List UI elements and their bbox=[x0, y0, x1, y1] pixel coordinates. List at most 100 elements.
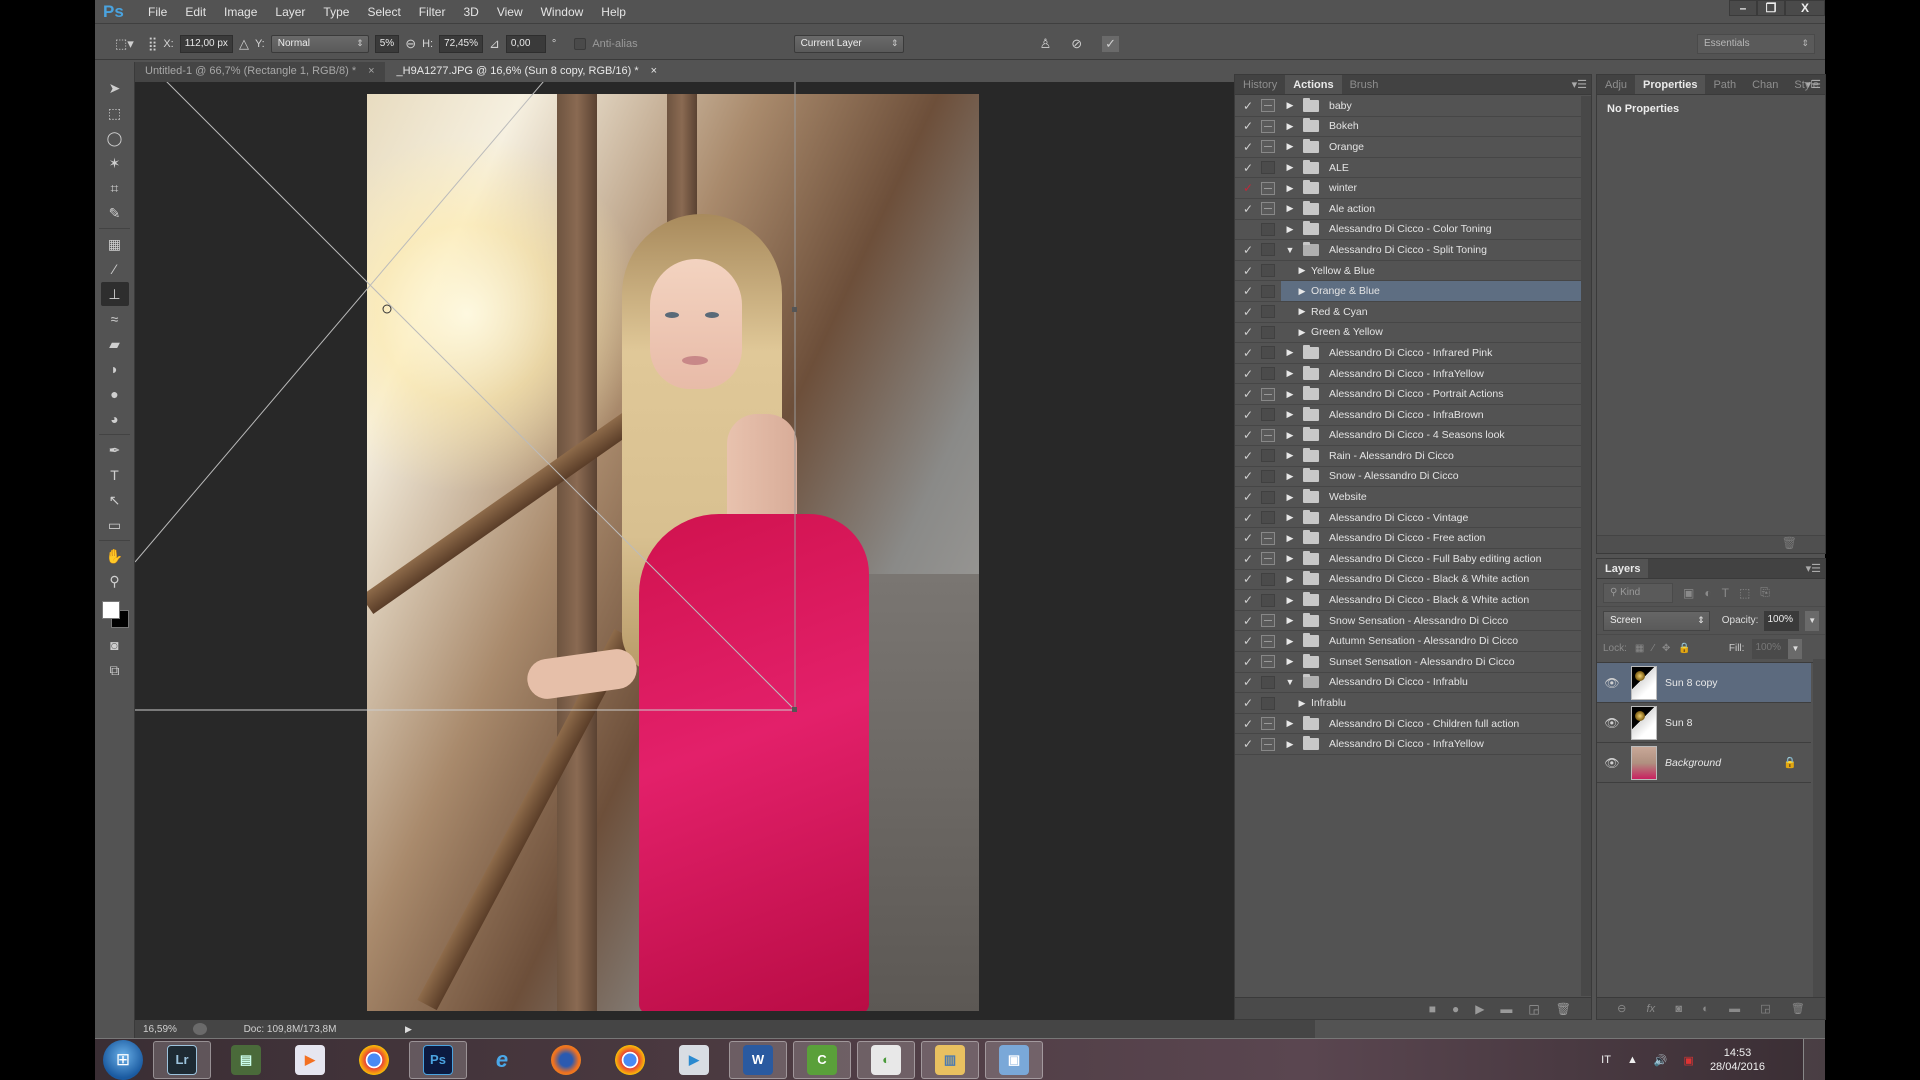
action-label-cell[interactable]: ▶ Alessandro Di Cicco - Full Baby editing… bbox=[1281, 549, 1581, 569]
expand-triangle-icon[interactable]: ▶ bbox=[1293, 286, 1311, 297]
action-label-cell[interactable]: ▶ Alessandro Di Cicco - InfraYellow bbox=[1281, 364, 1581, 384]
action-set-row[interactable]: ✓ ▶ Alessandro Di Cicco - Portrait Actions bbox=[1235, 384, 1581, 405]
taskbar-app-internet-explorer[interactable]: e bbox=[473, 1041, 531, 1079]
toggle-item-checkbox[interactable]: ✓ bbox=[1235, 140, 1261, 154]
foreground-color-swatch[interactable] bbox=[101, 601, 120, 619]
toggle-dialog-icon[interactable] bbox=[1261, 264, 1275, 278]
expand-triangle-icon[interactable]: ▶ bbox=[1281, 203, 1299, 214]
expand-triangle-icon[interactable]: ▶ bbox=[1281, 389, 1299, 400]
action-label-cell[interactable]: ▶ Alessandro Di Cicco - Color Toning bbox=[1281, 220, 1581, 240]
eyedropper-tool-icon[interactable]: ✎ bbox=[101, 201, 129, 225]
toggle-item-checkbox[interactable]: ✓ bbox=[1235, 552, 1261, 566]
lock-all-icon[interactable]: 🔒 bbox=[1678, 643, 1690, 654]
restore-button[interactable]: ❐ bbox=[1757, 0, 1785, 16]
volume-icon[interactable]: 🔊 bbox=[1654, 1054, 1668, 1067]
new-layer-icon[interactable]: ◲ bbox=[1760, 1002, 1770, 1015]
filter-smart-object-icon[interactable]: ⎘ bbox=[1760, 585, 1770, 600]
toggle-item-checkbox[interactable]: ✓ bbox=[1235, 284, 1261, 298]
zoom-tool-icon[interactable]: ⚲ bbox=[101, 569, 129, 593]
toggle-dialog-icon[interactable] bbox=[1261, 469, 1275, 483]
lock-position-icon[interactable]: ✥ bbox=[1662, 643, 1670, 654]
collapse-triangle-icon[interactable]: ▼ bbox=[1281, 677, 1299, 687]
fill-dropdown-icon[interactable]: ▼ bbox=[1788, 638, 1803, 659]
toggle-item-checkbox[interactable]: ✓ bbox=[1235, 202, 1261, 216]
action-set-row[interactable]: ✓ ▶ Rain - Alessandro Di Cicco bbox=[1235, 446, 1581, 467]
toggle-item-checkbox[interactable]: ✓ bbox=[1235, 387, 1261, 401]
visibility-eye-icon[interactable]: 👁 bbox=[1597, 676, 1627, 690]
pen-tool-icon[interactable]: ✒ bbox=[101, 438, 129, 462]
taskbar-app-camtasia-recorder[interactable]: ◐ bbox=[857, 1040, 915, 1079]
toggle-dialog-icon[interactable] bbox=[1261, 284, 1275, 298]
dodge-tool-icon[interactable]: ◕ bbox=[101, 407, 129, 431]
toggle-dialog-icon[interactable] bbox=[1261, 717, 1275, 731]
taskbar-app-screen[interactable]: ▣ bbox=[985, 1040, 1043, 1079]
toggle-dialog-icon[interactable] bbox=[1261, 367, 1275, 381]
healing-tool-icon[interactable]: ▦ bbox=[101, 232, 129, 256]
toggle-item-checkbox[interactable]: ✓ bbox=[1235, 675, 1261, 689]
taskbar-app-video-player[interactable]: ▶ bbox=[665, 1041, 723, 1079]
action-label-cell[interactable]: ▶ Sunset Sensation - Alessandro Di Cicco bbox=[1281, 652, 1581, 672]
action-set-row[interactable]: ✓ ▶ Bokeh bbox=[1235, 117, 1581, 138]
action-label-cell[interactable]: ▶ Orange & Blue bbox=[1281, 281, 1581, 301]
panel-menu-icon[interactable]: ▾☰ bbox=[1572, 78, 1587, 91]
tab-close-icon[interactable]: × bbox=[651, 65, 657, 79]
visibility-eye-icon[interactable]: 👁 bbox=[1597, 756, 1627, 770]
action-row[interactable]: ✓ ▶ Yellow & Blue bbox=[1235, 261, 1581, 282]
toggle-item-checkbox[interactable]: ✓ bbox=[1235, 490, 1261, 504]
eraser-tool-icon[interactable]: ▰ bbox=[101, 332, 129, 356]
expand-triangle-icon[interactable]: ▶ bbox=[1293, 265, 1311, 276]
action-set-row[interactable]: ✓ ▶ Website bbox=[1235, 487, 1581, 508]
action-label-cell[interactable]: ▶ Alessandro Di Cicco - Portrait Actions bbox=[1281, 384, 1581, 404]
expand-triangle-icon[interactable]: ▶ bbox=[1281, 574, 1299, 585]
toggle-dialog-icon[interactable] bbox=[1261, 161, 1275, 175]
adjustment-layer-icon[interactable]: ◐ bbox=[1702, 1003, 1709, 1015]
expand-triangle-icon[interactable]: ▶ bbox=[1281, 636, 1299, 647]
hand-tool-icon[interactable]: ✋ bbox=[101, 544, 129, 568]
action-label-cell[interactable]: ▶ Bokeh bbox=[1281, 117, 1581, 137]
new-group-icon[interactable]: ▬ bbox=[1729, 1003, 1740, 1015]
new-set-icon[interactable]: ▬ bbox=[1500, 1002, 1512, 1016]
clock[interactable]: 14:53 28/04/2016 bbox=[1710, 1046, 1765, 1074]
action-set-row[interactable]: ✓ ▶ Snow - Alessandro Di Cicco bbox=[1235, 467, 1581, 488]
toggle-item-checkbox[interactable]: ✓ bbox=[1235, 593, 1261, 607]
toggle-item-checkbox[interactable]: ✓ bbox=[1235, 264, 1261, 278]
toggle-dialog-icon[interactable] bbox=[1261, 408, 1275, 422]
layer-name[interactable]: Sun 8 copy bbox=[1665, 677, 1811, 689]
layer-lock-icon[interactable]: 🔒 bbox=[1783, 756, 1797, 769]
anti-alias-checkbox[interactable] bbox=[574, 37, 587, 50]
action-label-cell[interactable]: ▶ Alessandro Di Cicco - Black & White act… bbox=[1281, 590, 1581, 610]
tab-brush[interactable]: Brush bbox=[1342, 75, 1387, 94]
delete-layer-icon[interactable]: 🗑 bbox=[1791, 1002, 1805, 1015]
tab-untitled-1[interactable]: Untitled-1 @ 66,7% (Rectangle 1, RGB/8) … bbox=[135, 62, 385, 82]
angle-field[interactable]: 0,00 bbox=[505, 34, 546, 53]
toggle-dialog-icon[interactable] bbox=[1261, 490, 1275, 504]
taskbar-app-firefox[interactable] bbox=[537, 1041, 595, 1079]
menu-select[interactable]: Select bbox=[358, 5, 409, 19]
filter-kind-select[interactable]: ⚲ Kind bbox=[1603, 582, 1673, 603]
new-action-icon[interactable]: ◲ bbox=[1528, 1002, 1539, 1016]
start-button[interactable]: ⊞ bbox=[103, 1039, 143, 1080]
layer-thumbnail[interactable] bbox=[1631, 745, 1657, 780]
link-layers-icon[interactable]: ⊖ bbox=[1617, 1002, 1626, 1015]
brush-tool-icon[interactable]: ⁄ bbox=[101, 257, 129, 281]
status-info-icon[interactable] bbox=[193, 1023, 207, 1035]
close-button[interactable]: X bbox=[1785, 0, 1825, 16]
toggle-item-checkbox[interactable]: ✓ bbox=[1235, 614, 1261, 628]
expand-triangle-icon[interactable]: ▶ bbox=[1281, 615, 1299, 626]
toggle-dialog-icon[interactable] bbox=[1261, 655, 1275, 669]
toggle-dialog-icon[interactable] bbox=[1261, 696, 1275, 710]
taskbar-app-lightroom[interactable]: Lr bbox=[153, 1040, 211, 1079]
sample-select[interactable]: Current Layer bbox=[793, 34, 904, 53]
action-set-row[interactable]: ✓ ▶ winter bbox=[1235, 178, 1581, 199]
action-set-row[interactable]: ✓ ▶ Alessandro Di Cicco - Black & White ac… bbox=[1235, 590, 1581, 611]
show-desktop-button[interactable] bbox=[1803, 1039, 1825, 1080]
layer-name[interactable]: Background bbox=[1665, 757, 1783, 769]
expand-triangle-icon[interactable]: ▶ bbox=[1281, 512, 1299, 523]
menu-filter[interactable]: Filter bbox=[410, 5, 455, 19]
layer-row[interactable]: 👁 Background 🔒 bbox=[1597, 743, 1811, 783]
collapse-triangle-icon[interactable]: ▼ bbox=[1281, 245, 1299, 255]
toggle-dialog-icon[interactable] bbox=[1261, 325, 1275, 339]
action-label-cell[interactable]: ▶ Snow Sensation - Alessandro Di Cicco bbox=[1281, 611, 1581, 631]
menu-view[interactable]: View bbox=[488, 5, 532, 19]
action-set-row[interactable]: ✓ ▶ Alessandro Di Cicco - Vintage bbox=[1235, 508, 1581, 529]
